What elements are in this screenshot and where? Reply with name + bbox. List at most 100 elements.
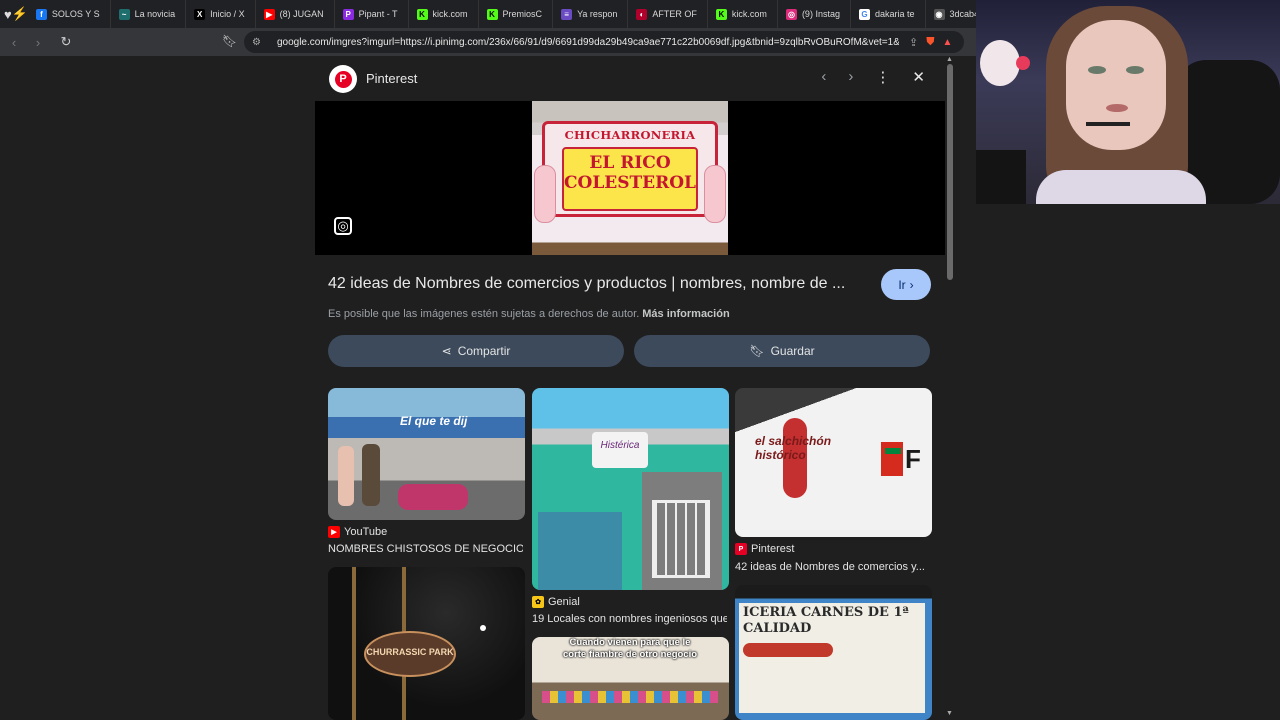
pig-figure: [704, 165, 726, 223]
reload-icon[interactable]: ↻: [56, 32, 76, 52]
site-icon: ~: [118, 8, 130, 20]
shirt: [1036, 170, 1206, 204]
shop-entrance: [538, 512, 622, 590]
scroll-thumb[interactable]: [947, 64, 953, 280]
related-image[interactable]: CHURRASSIC PARK: [328, 567, 525, 720]
related-title[interactable]: 19 Locales con nombres ingeniosos que...: [532, 613, 727, 625]
visit-button[interactable]: Ir ›: [881, 269, 931, 300]
rewards-icon[interactable]: ▲: [942, 37, 952, 48]
tab[interactable]: ◎ (9) Instag: [778, 0, 851, 28]
previous-icon[interactable]: ‹: [821, 68, 826, 86]
motorcycle: [398, 484, 468, 510]
chair: [976, 150, 1026, 204]
scroll-up-icon[interactable]: ▲: [946, 56, 953, 63]
tab[interactable]: ~ La novicia: [111, 0, 187, 28]
copyright-notice: Es posible que las imágenes estén sujeta…: [328, 308, 730, 320]
related-source[interactable]: ✿ Genial: [532, 596, 580, 608]
youtube-icon: ▶: [263, 8, 275, 20]
products-row: [542, 691, 718, 703]
more-options-icon[interactable]: ⋮: [875, 68, 890, 86]
url-text[interactable]: google.com/imgres?imgurl=https://i.pinim…: [277, 37, 899, 48]
site-icon: ≡: [561, 8, 573, 20]
pig-figure: [534, 165, 556, 223]
address-bar[interactable]: ⚙ google.com/imgres?imgurl=https://i.pin…: [244, 31, 964, 53]
bookmark-icon[interactable]: 🔖︎: [222, 34, 237, 48]
person-figure: [338, 446, 354, 506]
scroll-down-icon[interactable]: ▼: [946, 710, 953, 717]
save-button[interactable]: 🔖︎ Guardar: [634, 335, 930, 367]
kick-icon: K: [416, 8, 428, 20]
tab[interactable]: f SOLOS Y S: [28, 0, 111, 28]
tab[interactable]: ◐ AFTER OF: [628, 0, 708, 28]
pinterest-icon: P: [735, 543, 747, 555]
close-icon[interactable]: ✕: [912, 68, 925, 86]
site-icon: P: [342, 8, 354, 20]
source-name[interactable]: Pinterest: [366, 71, 417, 86]
tab[interactable]: P Pipant - T: [335, 0, 409, 28]
person-figure: [362, 444, 380, 506]
eye: [1088, 66, 1106, 74]
pinned-tab-icon[interactable]: ⚡: [12, 0, 28, 28]
next-icon[interactable]: ›: [848, 68, 853, 86]
related-title[interactable]: 42 ideas de Nombres de comercios y...: [735, 561, 930, 573]
related-image[interactable]: Histérica: [532, 388, 729, 590]
tab[interactable]: Kkick.com: [409, 0, 479, 28]
site-info-icon[interactable]: ⚙: [252, 37, 261, 48]
browser-window: ♥ ⚡ f SOLOS Y S ~ La novicia X Inicio / X ▶…: [0, 0, 976, 720]
moon: [480, 625, 486, 631]
microphone: [1086, 122, 1130, 126]
related-image[interactable]: ICERIA CARNES DE 1ª CALIDAD: [735, 585, 932, 720]
fence-post: [352, 567, 356, 720]
page-title[interactable]: 42 ideas de Nombres de comercios y produ…: [328, 275, 845, 293]
brave-shield-icon[interactable]: ⛊: [926, 36, 934, 49]
lens-search-icon[interactable]: ◎: [334, 217, 352, 235]
plush-bow: [1016, 56, 1030, 70]
panel-header: P Pinterest ‹ › ⋮ ✕: [315, 56, 945, 101]
pinterest-icon: P: [329, 65, 357, 93]
sign-stripe: [743, 643, 833, 657]
tab[interactable]: Kkick.com: [708, 0, 778, 28]
related-image[interactable]: el salchichón histórico F: [735, 388, 932, 537]
tab[interactable]: ▶ (8) JUGAN: [256, 0, 335, 28]
tab[interactable]: K PremiosC: [479, 0, 554, 28]
instagram-icon: ◎: [785, 8, 797, 20]
related-source[interactable]: ▶ YouTube: [328, 526, 387, 538]
scrollbar[interactable]: ▲ ▼: [946, 56, 954, 720]
facebook-icon: f: [35, 8, 47, 20]
share-page-icon[interactable]: ⇪: [909, 36, 918, 49]
preview-image[interactable]: CHICHARRONERIA EL RICO COLESTEROL: [532, 101, 728, 255]
webcam-overlay: [976, 0, 1280, 204]
face: [1066, 20, 1166, 150]
more-info-link[interactable]: Más información: [642, 308, 729, 320]
preview-image-area: CHICHARRONERIA EL RICO COLESTEROL ◎: [315, 101, 945, 255]
site-icon: ◐: [636, 8, 648, 20]
related-image[interactable]: El que te dij: [328, 388, 525, 520]
genial-icon: ✿: [532, 596, 544, 608]
related-image[interactable]: Cuando vienen para que le corte fiambre …: [532, 637, 729, 720]
flag-stripe: [885, 448, 901, 454]
heart-icon[interactable]: ♥: [4, 0, 12, 28]
forward-icon[interactable]: ›: [28, 32, 48, 52]
kick-icon: K: [486, 8, 498, 20]
share-button[interactable]: ⋖ Compartir: [328, 335, 624, 367]
related-source[interactable]: P Pinterest: [735, 543, 794, 555]
globe-icon: ◉: [933, 8, 945, 20]
related-title[interactable]: NOMBRES CHISTOSOS DE NEGOCIO...: [328, 543, 523, 555]
tab[interactable]: ◉3dcab47f: [926, 0, 976, 28]
x-icon: X: [194, 8, 206, 20]
google-icon: G: [858, 8, 870, 20]
page-content: P Pinterest ‹ › ⋮ ✕ CHICHARRONERIA EL RI…: [0, 56, 976, 720]
bookmark-icon: 🔖︎: [749, 344, 765, 358]
youtube-icon: ▶: [328, 526, 340, 538]
sign-letter: F: [905, 444, 921, 474]
tab[interactable]: Gdakaria te: [851, 0, 926, 28]
share-icon: ⋖: [441, 344, 452, 358]
back-icon[interactable]: ‹: [4, 32, 24, 52]
tab-strip: ♥ ⚡ f SOLOS Y S ~ La novicia X Inicio / X ▶…: [0, 0, 976, 28]
tab[interactable]: X Inicio / X: [186, 0, 256, 28]
image-preview-panel: P Pinterest ‹ › ⋮ ✕ CHICHARRONERIA EL RI…: [315, 56, 945, 720]
sign-top-text: CHICHARRONERIA: [564, 128, 696, 142]
browser-toolbar: ‹ › ↻ 🔖︎ ⚙ google.com/imgres?imgurl=http…: [0, 28, 976, 56]
window-bars: [652, 500, 710, 578]
tab[interactable]: ≡ Ya respon: [553, 0, 629, 28]
